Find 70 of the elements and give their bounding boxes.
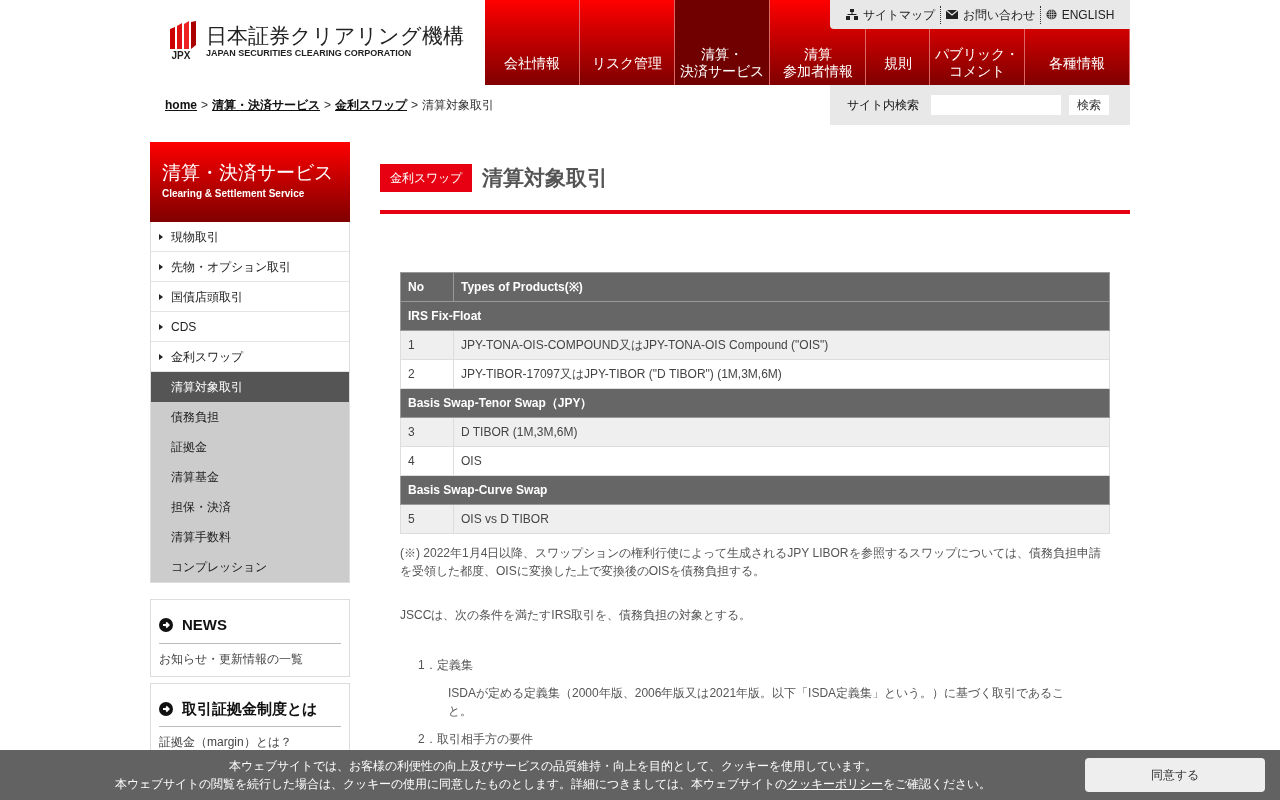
table-cell: 1	[400, 330, 454, 359]
triangle-icon	[159, 323, 163, 330]
search-button[interactable]: 検索	[1069, 95, 1109, 115]
breadcrumb-separator: >	[411, 97, 419, 114]
cookie-text: をご確認ください。	[882, 776, 991, 793]
table-cell: D TIBOR (1M,3M,6M)	[453, 417, 1110, 446]
table-cell: 2	[400, 359, 454, 388]
breadcrumb-separator: >	[201, 97, 209, 114]
sidebar-subitem[interactable]: 担保・決済	[151, 492, 349, 522]
table-cell: JPY-TIBOR-17097又はJPY-TIBOR ("D TIBOR") (1M,3M,6M)	[453, 359, 1110, 388]
sidebar-title: 清算・決済サービス	[162, 162, 334, 184]
table-cell: 3	[400, 417, 454, 446]
logo-name: 日本証券クリアリング機構	[206, 23, 464, 48]
breadcrumb-separator: >	[324, 97, 332, 114]
breadcrumb-link[interactable]: home	[165, 96, 197, 114]
page-title: 清算対象取引	[482, 165, 608, 191]
breadcrumb-link[interactable]: 金利スワップ	[335, 96, 408, 114]
sidebar-item[interactable]: 先物・オプション取引	[151, 252, 349, 282]
search-label: サイト内検索	[846, 97, 919, 114]
condition-heading: 2．取引相手方の要件	[418, 730, 534, 748]
footnote: (※) 2022年1月4日以降、スワップションの権利行使によって生成されるJPY LIBORを参照するスワップについては、債務負担申請を受領した都度、OISに変換した上で変換後のOISを債務負担する。	[400, 544, 1102, 580]
sidebar-subitem[interactable]: 清算手数料	[151, 522, 349, 552]
sidebar-item[interactable]: 国債店頭取引	[151, 282, 349, 312]
sidebar-subitem[interactable]: 債務負担	[151, 402, 349, 432]
cookie-text: 本ウェブサイトの閲覧を続行した場合は、クッキーの使用に同意したものとします。詳細につきましては、本ウェブサイトの	[114, 776, 787, 793]
widget-title: 取引証拠金制度とは	[182, 698, 317, 719]
column-header: No	[400, 272, 454, 301]
cookie-text: 本ウェブサイトでは、お客様の利便性の向上及びサービスの品質維持・向上を目的として、クッキーを使用しています。	[228, 758, 877, 775]
sidebar-subitem[interactable]: 清算基金	[151, 462, 349, 492]
breadcrumb-link[interactable]: 清算・決済サービス	[212, 96, 321, 114]
triangle-icon	[159, 293, 163, 300]
intro-text: JSCCは、次の条件を満たすIRS取引を、債務負担の対象とする。	[400, 606, 753, 624]
utility-link[interactable]: ENGLISH	[1061, 5, 1115, 24]
table-cell: OIS vs D TIBOR	[453, 504, 1110, 533]
condition-heading: 1．定義集	[418, 656, 474, 674]
sidebar-subtitle: Clearing & Settlement Service	[162, 187, 306, 201]
group-header: Basis Swap-Curve Swap	[400, 475, 1110, 504]
sidebar-subitem[interactable]: コンプレッション	[151, 552, 349, 582]
sidebar-subitem[interactable]: 証拠金	[151, 432, 349, 462]
sidebar-item[interactable]: 現物取引	[151, 222, 349, 252]
nav-tab[interactable]: 清算・ 決済サービス	[675, 0, 770, 85]
arrow-circle-icon	[159, 701, 173, 716]
group-header: Basis Swap-Tenor Swap（JPY）	[400, 388, 1110, 417]
nav-tab[interactable]: リスク管理	[580, 0, 675, 85]
category-tag: 金利スワップ	[380, 163, 472, 192]
sitemap-icon	[845, 9, 858, 20]
table-cell: 4	[400, 446, 454, 475]
widget-link[interactable]: 証拠金（margin）とは？	[159, 733, 341, 751]
nav-tab[interactable]: 会社情報	[485, 0, 580, 85]
sidebar-subitem[interactable]: 清算対象取引	[151, 372, 349, 402]
cookie-policy-link[interactable]: クッキーポリシー	[786, 775, 883, 793]
logo-mark: JPX	[171, 50, 191, 61]
logo-subtitle: JAPAN SECURITIES CLEARING CORPORATION	[206, 47, 413, 58]
breadcrumb-current: 清算対象取引	[422, 97, 495, 114]
widget-title: NEWS	[182, 615, 227, 635]
agree-button[interactable]: 同意する	[1085, 758, 1265, 792]
column-header: Types of Products(※)	[453, 272, 1110, 301]
arrow-circle-icon	[159, 618, 173, 633]
table-cell: JPY-TONA-OIS-COMPOUND又はJPY-TONA-OIS Compound ("OIS")	[453, 330, 1110, 359]
group-header: IRS Fix-Float	[400, 301, 1110, 330]
triangle-icon	[159, 353, 163, 360]
envelope-icon	[945, 10, 958, 19]
condition-text: ISDAが定める定義集（2000年版、2006年版又は2021年版。以下「ISDA定義集」という。）に基づく取引であること。	[447, 684, 1066, 720]
globe-icon	[1045, 9, 1057, 20]
widget-link[interactable]: お知らせ・更新情報の一覧	[159, 649, 341, 668]
table-cell: OIS	[453, 446, 1110, 475]
triangle-icon	[159, 233, 163, 240]
sidebar-item[interactable]: CDS	[151, 312, 349, 342]
triangle-icon	[159, 263, 163, 270]
table-cell: 5	[400, 504, 454, 533]
